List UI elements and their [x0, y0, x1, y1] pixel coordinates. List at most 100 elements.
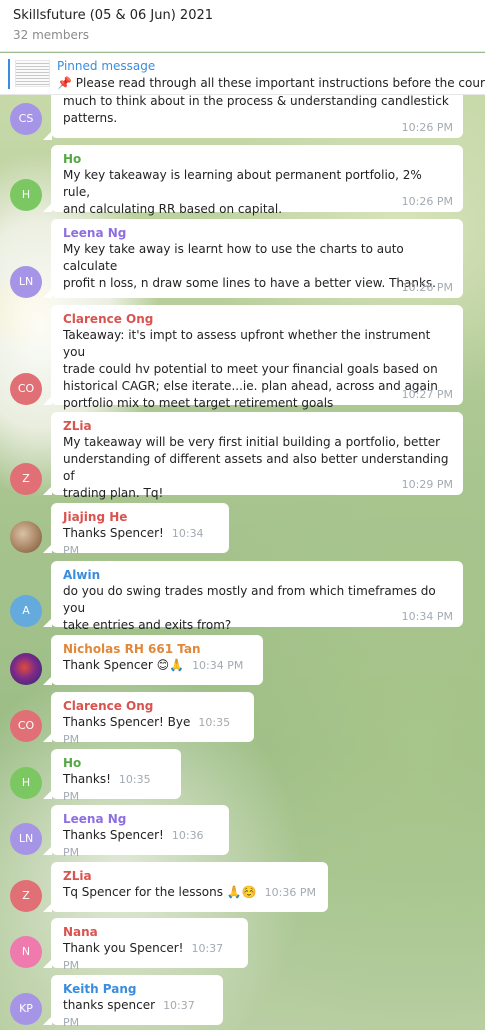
avatar[interactable]: H — [10, 179, 42, 211]
avatar[interactable]: LN — [10, 823, 42, 855]
message-time: 10:26 PM — [401, 195, 453, 208]
message-text: Tq Spencer for the lessons 🙏☺️ 10:36 PM — [63, 884, 316, 901]
message-bubble[interactable]: Nicholas RH 661 Tan Thank Spencer 😊🙏 10:3… — [51, 635, 263, 685]
message-bubble[interactable]: Leena Ng My key take away is learnt how … — [51, 219, 463, 298]
bubble-tail — [43, 618, 52, 627]
message-body: Thanks Spencer! — [63, 526, 164, 540]
sender-name[interactable]: Clarence Ong — [63, 698, 242, 714]
message-bubble[interactable]: ZLia My takeaway will be very first init… — [51, 412, 463, 500]
message[interactable]: LN Leena Ng Thanks Spencer! 10:36 PM — [0, 805, 485, 859]
message[interactable]: Jiajing He Thanks Spencer! 10:34 PM — [0, 503, 485, 557]
avatar[interactable]: CS — [10, 103, 42, 135]
pinned-message-bar[interactable]: Pinned message 📌 Please read through all… — [0, 53, 485, 95]
avatar[interactable]: Z — [10, 463, 42, 495]
bubble-tail — [43, 396, 52, 405]
bubble-tail — [43, 203, 52, 212]
sender-name[interactable]: Ho — [63, 151, 451, 167]
message-text: My takeaway will be very first initial b… — [63, 435, 441, 449]
message-text: profit n loss, n draw some lines to have… — [63, 276, 436, 290]
message[interactable]: KP Keith Pang thanks spencer 10:37 PM — [0, 975, 485, 1029]
sender-name[interactable]: ZLia — [63, 418, 451, 434]
message[interactable]: N Nana Thank you Spencer! 10:37 PM — [0, 918, 485, 972]
message[interactable]: CO Clarence Ong Takeaway: it's impt to a… — [0, 305, 485, 410]
message[interactable]: A Alwin do you do swing trades mostly an… — [0, 561, 485, 632]
message-time: 10:26 PM — [401, 121, 453, 134]
bubble-tail — [43, 959, 52, 968]
message[interactable]: CO Clarence Ong Thanks Spencer! Bye 10:35… — [0, 692, 485, 746]
message-text: take entries and exits from? — [63, 618, 232, 632]
avatar[interactable]: LN — [10, 266, 42, 298]
message[interactable]: H Ho My key takeaway is learning about p… — [0, 145, 485, 216]
message[interactable]: H Ho Thanks! 10:35 PM — [0, 749, 485, 803]
member-count: 32 members — [13, 28, 90, 42]
avatar[interactable]: Z — [10, 880, 42, 912]
avatar[interactable]: KP — [10, 993, 42, 1025]
avatar[interactable]: CO — [10, 710, 42, 742]
message-body: Thank you Spencer! — [63, 941, 184, 955]
message-bubble[interactable]: ZLia Tq Spencer for the lessons 🙏☺️ 10:36… — [51, 862, 328, 912]
message-text: do you do swing trades mostly and from w… — [63, 584, 436, 615]
message-text: Thanks Spencer! 10:34 PM — [63, 525, 217, 559]
message[interactable]: CS much to think about in the process & … — [0, 95, 485, 140]
pinned-thumbnail — [15, 60, 50, 87]
message-time: 10:34 PM — [192, 659, 244, 672]
avatar-photo[interactable] — [10, 653, 42, 685]
sender-name[interactable]: Ho — [63, 755, 169, 771]
chat-header[interactable]: Skillsfuture (05 & 06 Jun) 2021 32 membe… — [0, 0, 485, 52]
message-text: historical CAGR; else iterate...ie. plan… — [63, 379, 438, 393]
message-bubble[interactable]: Ho My key takeaway is learning about per… — [51, 145, 463, 216]
bubble-tail — [43, 131, 52, 140]
sender-name[interactable]: Nana — [63, 924, 236, 940]
sender-name[interactable]: Jiajing He — [63, 509, 217, 525]
sender-name[interactable]: Alwin — [63, 567, 451, 583]
sender-name[interactable]: Nicholas RH 661 Tan — [63, 641, 251, 657]
message[interactable]: Z ZLia My takeaway will be very first in… — [0, 412, 485, 500]
sender-name[interactable]: Keith Pang — [63, 981, 211, 997]
sender-name[interactable]: ZLia — [63, 868, 316, 884]
message-body: Thanks Spencer! Bye — [63, 715, 191, 729]
pinned-text: 📌 Please read through all these importan… — [57, 76, 485, 90]
bubble-tail — [43, 486, 52, 495]
chat-title: Skillsfuture (05 & 06 Jun) 2021 — [13, 8, 214, 23]
pinned-accent-bar — [8, 59, 10, 89]
message-text: and calculating RR based on capital. — [63, 202, 283, 216]
sender-name[interactable]: Leena Ng — [63, 225, 451, 241]
bubble-tail — [43, 1016, 52, 1025]
message[interactable]: Z ZLia Tq Spencer for the lessons 🙏☺️ 10:… — [0, 862, 485, 912]
message-time: 10:26 PM — [401, 281, 453, 294]
avatar-photo[interactable] — [10, 521, 42, 553]
message-bubble[interactable]: Alwin do you do swing trades mostly and … — [51, 561, 463, 632]
avatar[interactable]: H — [10, 767, 42, 799]
message-text: much to think about in the process & und… — [63, 95, 449, 108]
message[interactable]: LN Leena Ng My key take away is learnt h… — [0, 219, 485, 298]
message-body: thanks spencer — [63, 998, 156, 1012]
message-bubble[interactable]: Nana Thank you Spencer! 10:37 PM — [51, 918, 248, 972]
message-text: understanding of different assets and al… — [63, 452, 449, 483]
message-bubble[interactable]: Ho Thanks! 10:35 PM — [51, 749, 181, 803]
message-body: Thanks Spencer! — [63, 828, 164, 842]
avatar[interactable]: A — [10, 595, 42, 627]
message-text: Thanks Spencer! 10:36 PM — [63, 827, 217, 861]
message-bubble[interactable]: Keith Pang thanks spencer 10:37 PM — [51, 975, 223, 1029]
message-bubble[interactable]: Jiajing He Thanks Spencer! 10:34 PM — [51, 503, 229, 557]
message-body: Thanks! — [63, 772, 111, 786]
message-bubble[interactable]: Leena Ng Thanks Spencer! 10:36 PM — [51, 805, 229, 859]
message-text: thanks spencer 10:37 PM — [63, 997, 211, 1030]
sender-name[interactable]: Clarence Ong — [63, 311, 451, 327]
message-text: Takeaway: it's impt to assess upfront wh… — [63, 328, 431, 359]
pinned-title: Pinned message — [57, 59, 156, 73]
bubble-tail — [43, 733, 52, 742]
message-time: 10:34 PM — [401, 610, 453, 623]
message-bubble[interactable]: much to think about in the process & und… — [51, 95, 463, 138]
avatar[interactable]: CO — [10, 373, 42, 405]
message-bubble[interactable]: Clarence Ong Takeaway: it's impt to asse… — [51, 305, 463, 410]
message-text: trading plan. Tq! — [63, 486, 164, 500]
avatar[interactable]: N — [10, 936, 42, 968]
message-text: Thank Spencer 😊🙏 10:34 PM — [63, 657, 251, 674]
sender-name[interactable]: Leena Ng — [63, 811, 217, 827]
message-text: patterns. — [63, 111, 118, 125]
message[interactable]: Nicholas RH 661 Tan Thank Spencer 😊🙏 10:3… — [0, 635, 485, 685]
message-bubble[interactable]: Clarence Ong Thanks Spencer! Bye 10:35 PM — [51, 692, 254, 746]
bubble-tail — [43, 676, 52, 685]
message-text: trade could hv potential to meet your fi… — [63, 362, 438, 376]
